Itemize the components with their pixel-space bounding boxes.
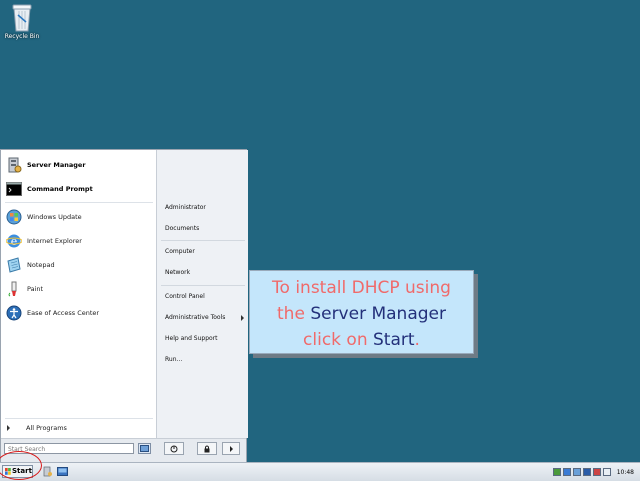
program-label: Command Prompt (27, 185, 93, 193)
start-menu-places-pane: Administrator Documents Computer Network… (156, 150, 248, 438)
menu-item-administrator[interactable]: Administrator (165, 204, 206, 211)
program-label: Notepad (27, 261, 55, 269)
program-paint[interactable]: Paint (5, 278, 155, 300)
chevron-right-icon (229, 445, 233, 452)
taskbar-clock[interactable]: 10:48 (617, 469, 634, 476)
lock-icon (204, 445, 210, 452)
menu-item-documents[interactable]: Documents (165, 225, 199, 232)
start-menu: Server Manager Command Prompt Windows Up… (0, 149, 248, 462)
separator (5, 418, 153, 419)
all-programs-button[interactable]: All Programs (5, 424, 67, 432)
program-internet-explorer[interactable]: e Internet Explorer (5, 230, 155, 252)
callout-line-3: click on Start. (303, 330, 420, 350)
system-tray: 10:48 (552, 463, 640, 481)
program-server-manager[interactable]: Server Manager (5, 154, 155, 176)
tray-action-center-icon[interactable] (582, 468, 591, 476)
program-label: Server Manager (27, 161, 86, 169)
program-ease-of-access[interactable]: Ease of Access Center (5, 302, 155, 324)
program-label: Paint (27, 285, 44, 293)
server-manager-icon (5, 156, 23, 174)
command-prompt-icon (5, 180, 23, 198)
shutdown-options-button[interactable] (222, 442, 240, 455)
windows-update-icon (5, 208, 23, 226)
recycle-bin-label: Recycle Bin (4, 33, 40, 40)
tray-volume-icon[interactable] (602, 468, 611, 476)
program-command-prompt[interactable]: Command Prompt (5, 178, 155, 200)
tray-monitor-icon[interactable] (562, 468, 571, 476)
taskbar: Start 10:48 (0, 462, 640, 481)
power-button[interactable] (164, 442, 184, 455)
internet-explorer-icon: e (5, 232, 23, 250)
power-icon (170, 445, 178, 452)
menu-item-network[interactable]: Network (165, 269, 190, 276)
server-manager-quicklaunch-icon[interactable] (42, 466, 53, 477)
tray-network-icon[interactable] (552, 468, 561, 476)
svg-text:e: e (11, 235, 18, 248)
search-icon (140, 445, 149, 452)
separator (161, 285, 245, 286)
program-notepad[interactable]: Notepad (5, 254, 155, 276)
program-label: Internet Explorer (27, 237, 82, 245)
recycle-bin-icon (12, 4, 32, 32)
menu-item-administrative-tools[interactable]: Administrative Tools (165, 314, 245, 321)
chevron-right-icon (241, 315, 244, 321)
recycle-bin-shortcut[interactable]: Recycle Bin (2, 2, 42, 40)
program-windows-update[interactable]: Windows Update (5, 206, 155, 228)
separator (5, 202, 153, 203)
lock-button[interactable] (197, 442, 217, 455)
show-desktop-icon[interactable] (57, 466, 68, 477)
ease-of-access-icon (5, 304, 23, 322)
paint-icon (5, 280, 23, 298)
menu-item-label: Administrative Tools (165, 314, 226, 321)
tray-display-icon[interactable] (572, 468, 581, 476)
callout-line-2: the Server Manager (277, 304, 446, 324)
instruction-callout: To install DHCP using the Server Manager… (249, 270, 474, 354)
menu-item-help-and-support[interactable]: Help and Support (165, 335, 218, 342)
menu-item-run[interactable]: Run... (165, 356, 182, 363)
search-button[interactable] (138, 443, 151, 454)
callout-line-1: To install DHCP using (272, 278, 451, 298)
program-label: Windows Update (27, 213, 82, 221)
separator (161, 240, 245, 241)
start-menu-programs-pane: Server Manager Command Prompt Windows Up… (1, 150, 156, 438)
program-label: Ease of Access Center (27, 309, 100, 317)
notepad-icon (5, 256, 23, 274)
all-programs-label: All Programs (26, 424, 67, 432)
menu-item-control-panel[interactable]: Control Panel (165, 293, 205, 300)
menu-item-computer[interactable]: Computer (165, 248, 195, 255)
tray-alert-icon[interactable] (592, 468, 601, 476)
chevron-right-icon (7, 425, 10, 431)
